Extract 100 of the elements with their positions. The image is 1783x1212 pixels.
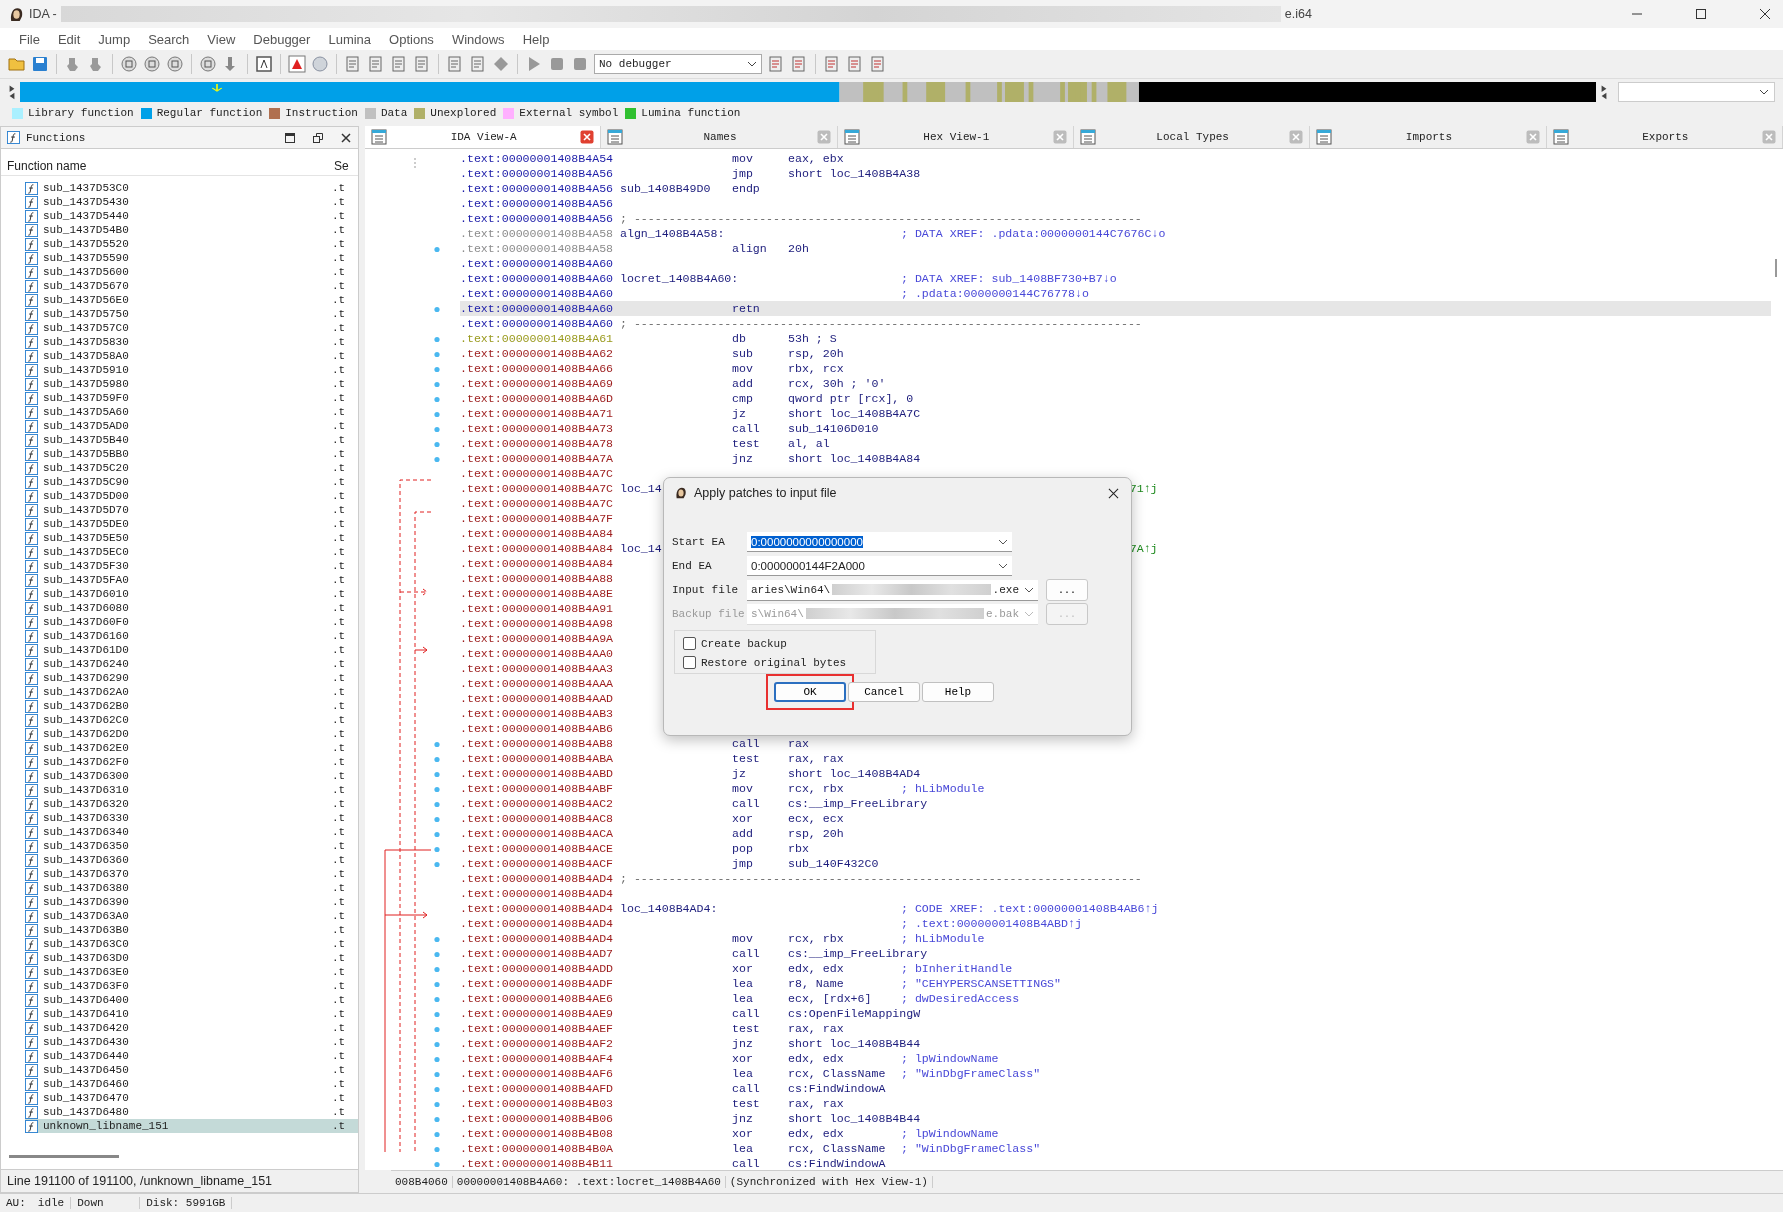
function-row[interactable]: sub_1437D62C0 .t xyxy=(25,713,358,727)
dialog-button[interactable]: OK xyxy=(774,682,846,702)
function-row[interactable]: sub_1437D6290 .t xyxy=(25,671,358,685)
function-row[interactable]: sub_1437D5D00 .t xyxy=(25,489,358,503)
menu-item[interactable]: Help xyxy=(513,31,559,47)
close-icon[interactable] xyxy=(340,131,352,144)
debugger-dropdown[interactable]: No debugger xyxy=(594,54,762,74)
menu-item[interactable]: Edit xyxy=(48,31,90,47)
function-row[interactable]: sub_1437D62D0 .t xyxy=(25,727,358,741)
function-row[interactable]: sub_1437D6410 .t xyxy=(25,1007,358,1021)
maximize-icon[interactable] xyxy=(1695,8,1707,20)
line-highlight[interactable]: .text:00000001408B4A60 retn xyxy=(460,301,1771,316)
menu-item[interactable]: Lumina xyxy=(319,31,381,47)
dialog-button[interactable]: Cancel xyxy=(848,682,920,702)
address-combo-field[interactable]: 0:0000000000000000 xyxy=(747,532,1012,552)
tab[interactable]: IDA View-A xyxy=(365,126,602,148)
menu-item[interactable]: Options xyxy=(380,31,443,47)
function-row[interactable]: sub_1437D6390 .t xyxy=(25,895,358,909)
function-row[interactable]: sub_1437D5590 .t xyxy=(25,251,358,265)
function-row[interactable]: sub_1437D62E0 .t xyxy=(25,741,358,755)
dialog-button[interactable]: Help xyxy=(922,682,994,702)
checkbox[interactable] xyxy=(683,656,696,669)
function-row[interactable]: sub_1437D6440 .t xyxy=(25,1049,358,1063)
function-row[interactable]: sub_1437D5AD0 .t xyxy=(25,419,358,433)
menu-item[interactable]: Debugger xyxy=(244,31,320,47)
function-row[interactable]: sub_1437D6400 .t xyxy=(25,993,358,1007)
function-row[interactable]: sub_1437D59F0 .t xyxy=(25,391,358,405)
close-icon[interactable] xyxy=(1759,8,1771,20)
function-row[interactable]: sub_1437D6480 .t xyxy=(25,1105,358,1119)
diamond-icon[interactable] xyxy=(492,55,510,73)
scroll-arrows-icon[interactable] xyxy=(1600,83,1608,101)
save-icon[interactable] xyxy=(31,55,49,73)
close-icon[interactable] xyxy=(1108,487,1119,499)
function-row[interactable]: sub_1437D6080 .t xyxy=(25,601,358,615)
function-row[interactable]: sub_1437D5B40 .t xyxy=(25,433,358,447)
function-row[interactable]: sub_1437D60F0 .t xyxy=(25,615,358,629)
function-row[interactable]: sub_1437D63F0 .t xyxy=(25,979,358,993)
function-row[interactable]: sub_1437D5F30 .t xyxy=(25,559,358,573)
column-header[interactable]: Function name xyxy=(7,159,334,173)
function-row[interactable]: unknown_libname_151 .t xyxy=(25,1119,358,1133)
function-row[interactable]: sub_1437D62F0 .t xyxy=(25,755,358,769)
function-row[interactable]: sub_1437D6420 .t xyxy=(25,1021,358,1035)
menu-item[interactable]: Windows xyxy=(442,31,514,47)
function-row[interactable]: sub_1437D6370 .t xyxy=(25,867,358,881)
open-folder-icon[interactable] xyxy=(8,55,26,73)
function-row[interactable]: sub_1437D5E50 .t xyxy=(25,531,358,545)
function-row[interactable]: sub_1437D6340 .t xyxy=(25,825,358,839)
function-row[interactable]: sub_1437D5430 .t xyxy=(25,195,358,209)
function-row[interactable]: sub_1437D63A0 .t xyxy=(25,909,358,923)
function-row[interactable]: sub_1437D6240 .t xyxy=(25,657,358,671)
menu-item[interactable]: File xyxy=(10,31,49,47)
browse-button[interactable]: ... xyxy=(1046,579,1088,601)
function-row[interactable]: sub_1437D5BB0 .t xyxy=(25,447,358,461)
function-row[interactable]: sub_1437D53C0 .t xyxy=(25,181,358,195)
tab[interactable]: Hex View-1 xyxy=(837,126,1074,148)
sphere-icon[interactable] xyxy=(311,55,329,73)
function-row[interactable]: sub_1437D6320 .t xyxy=(25,797,358,811)
function-row[interactable]: sub_1437D6350 .t xyxy=(25,839,358,853)
function-row[interactable]: sub_1437D5980 .t xyxy=(25,377,358,391)
function-row[interactable]: sub_1437D5520 .t xyxy=(25,237,358,251)
segment-dropdown[interactable] xyxy=(1618,82,1775,102)
function-row[interactable]: sub_1437D5600 .t xyxy=(25,265,358,279)
menu-item[interactable]: Jump xyxy=(89,31,140,47)
function-row[interactable]: sub_1437D54B0 .t xyxy=(25,223,358,237)
function-row[interactable]: sub_1437D58A0 .t xyxy=(25,349,358,363)
function-row[interactable]: sub_1437D5440 .t xyxy=(25,209,358,223)
function-row[interactable]: sub_1437D6470 .t xyxy=(25,1091,358,1105)
function-row[interactable]: sub_1437D6310 .t xyxy=(25,783,358,797)
function-row[interactable]: sub_1437D61D0 .t xyxy=(25,643,358,657)
column-header[interactable]: Se xyxy=(334,159,352,173)
function-row[interactable]: sub_1437D6430 .t xyxy=(25,1035,358,1049)
function-row[interactable]: sub_1437D5910 .t xyxy=(25,363,358,377)
maximize-icon[interactable] xyxy=(284,131,296,144)
function-row[interactable]: sub_1437D5A60 .t xyxy=(25,405,358,419)
function-row[interactable]: sub_1437D63D0 .t xyxy=(25,951,358,965)
function-row[interactable]: sub_1437D63B0 .t xyxy=(25,923,358,937)
function-row[interactable]: sub_1437D63E0 .t xyxy=(25,965,358,979)
tab[interactable]: Exports xyxy=(1546,126,1783,148)
tab[interactable]: Local Types xyxy=(1074,126,1311,148)
function-row[interactable]: sub_1437D62B0 .t xyxy=(25,699,358,713)
scroll-arrows-icon[interactable] xyxy=(8,83,16,101)
path-field[interactable]: aries\Win64\ .exe xyxy=(747,579,1038,601)
float-window-icon[interactable] xyxy=(312,131,324,144)
function-row[interactable]: sub_1437D62A0 .t xyxy=(25,685,358,699)
function-row[interactable]: sub_1437D5750 .t xyxy=(25,307,358,321)
function-row[interactable]: sub_1437D57C0 .t xyxy=(25,321,358,335)
function-row[interactable]: sub_1437D5C20 .t xyxy=(25,461,358,475)
tab[interactable]: Imports xyxy=(1310,126,1547,148)
function-row[interactable]: sub_1437D5670 .t xyxy=(25,279,358,293)
menu-item[interactable]: Search xyxy=(139,31,199,47)
function-row[interactable]: sub_1437D56E0 .t xyxy=(25,293,358,307)
address-combo-field[interactable]: 0:0000000144F2A000 xyxy=(747,556,1012,576)
function-row[interactable]: sub_1437D6160 .t xyxy=(25,629,358,643)
navigation-band[interactable] xyxy=(20,82,1596,102)
checkbox[interactable] xyxy=(683,637,696,650)
function-row[interactable]: sub_1437D5EC0 .t xyxy=(25,545,358,559)
stop-icon[interactable] xyxy=(571,55,589,73)
function-row[interactable]: sub_1437D5C90 .t xyxy=(25,475,358,489)
function-row[interactable]: sub_1437D6330 .t xyxy=(25,811,358,825)
scrollbar[interactable] xyxy=(1775,259,1777,277)
